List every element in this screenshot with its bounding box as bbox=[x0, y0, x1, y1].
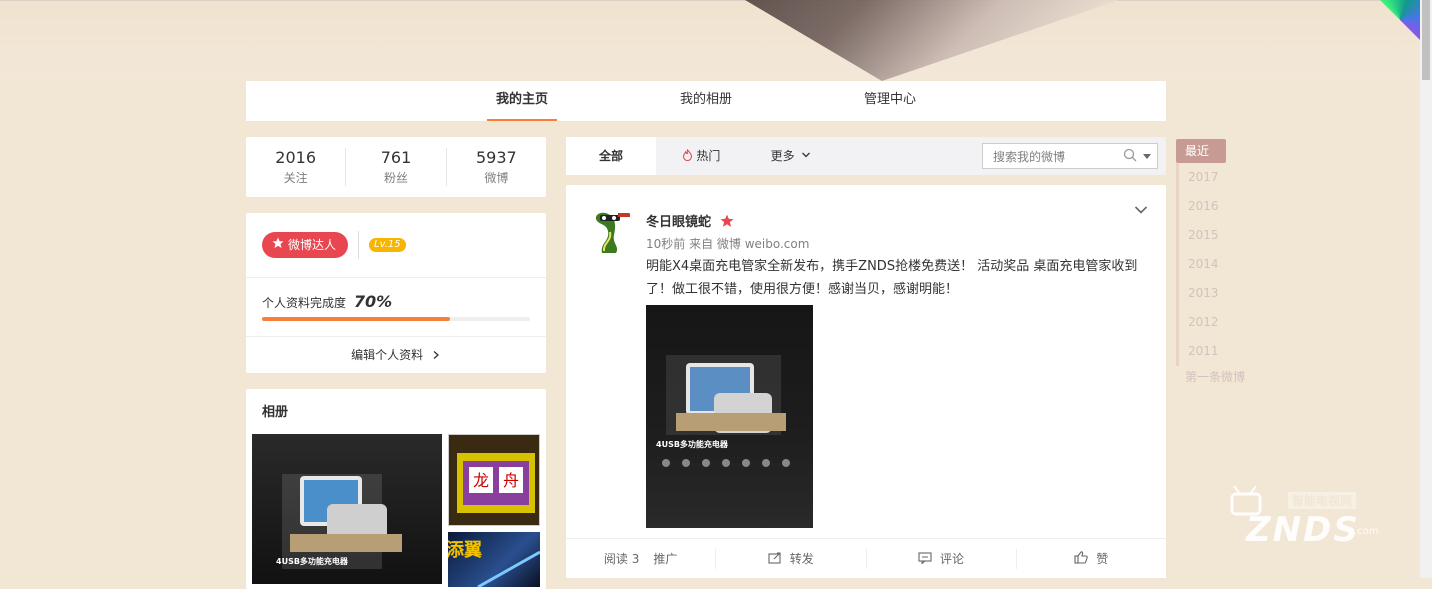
boat-char: 舟 bbox=[503, 471, 519, 490]
promote-link[interactable]: 推广 bbox=[653, 549, 677, 569]
tab-all[interactable]: 全部 bbox=[566, 137, 656, 175]
post-image-text: 4USB多功能充电器 bbox=[656, 439, 729, 449]
search-my-weibo-input[interactable]: 搜索我的微博 bbox=[982, 143, 1158, 169]
dragon-char: 龙 bbox=[473, 471, 489, 490]
like-label: 赞 bbox=[1096, 551, 1109, 566]
chevron-down-icon bbox=[798, 149, 811, 163]
tab-my-home[interactable]: 我的主页 bbox=[430, 81, 614, 121]
album-photo-banner-text: 添翼 bbox=[448, 539, 482, 561]
stat-following[interactable]: 2016 关注 bbox=[246, 148, 347, 186]
stat-followers[interactable]: 761 粉丝 bbox=[346, 148, 447, 186]
timeline-year-2012[interactable]: 2012 bbox=[1176, 308, 1246, 337]
profile-card: 微博达人 Lv.15 个人资料完成度 70% 编辑个人资料 bbox=[246, 213, 546, 373]
level-badge[interactable]: Lv.15 bbox=[369, 238, 406, 252]
post-author[interactable]: 冬日眼镜蛇 bbox=[646, 211, 734, 230]
weibo-post: 冬日眼镜蛇 10秒前 来自 微博 weibo.com 明能X4桌面充电管家全新发… bbox=[566, 185, 1166, 578]
stat-following-count: 2016 bbox=[275, 148, 317, 167]
read-count-label: 阅读 3 bbox=[603, 551, 640, 566]
completeness-percent: 70% bbox=[353, 292, 393, 311]
scrollbar-thumb[interactable] bbox=[1422, 0, 1430, 80]
read-count: 阅读 3 推广 bbox=[566, 548, 717, 569]
edit-profile-link[interactable]: 编辑个人资料 bbox=[246, 337, 546, 373]
search-dropdown-icon[interactable] bbox=[1141, 149, 1157, 163]
album-photo-dragon-boat[interactable]: 龙 舟 bbox=[448, 434, 540, 526]
stats-card: 2016 关注 761 粉丝 5937 微博 bbox=[246, 137, 546, 197]
edit-profile-label: 编辑个人资料 bbox=[351, 348, 424, 362]
timeline-year-2017[interactable]: 2017 bbox=[1176, 163, 1246, 192]
post-author-name: 冬日眼镜蛇 bbox=[646, 215, 712, 230]
znds-watermark: 智能电视网 ZNDS .com bbox=[1228, 480, 1388, 550]
tab-more-label: 更多 bbox=[770, 149, 795, 163]
badge-divider bbox=[358, 231, 360, 259]
repost-label: 转发 bbox=[789, 551, 814, 566]
thumbs-up-icon bbox=[1074, 550, 1096, 566]
fire-icon bbox=[682, 148, 697, 163]
stat-followers-label: 粉丝 bbox=[383, 171, 408, 185]
watermark-subtitle: 智能电视网 bbox=[1288, 492, 1357, 509]
post-text: 明能X4桌面充电管家全新发布，携手ZNDS抢楼免费送！ 活动奖品 桌面充电管家收… bbox=[646, 259, 1138, 297]
repost-icon bbox=[768, 551, 790, 566]
stat-posts-label: 微博 bbox=[484, 171, 509, 185]
avatar[interactable] bbox=[586, 205, 636, 255]
watermark-domain: .com bbox=[1354, 526, 1379, 537]
weibo-expert-badge[interactable]: 微博达人 bbox=[262, 232, 349, 258]
search-placeholder: 搜索我的微博 bbox=[993, 149, 1066, 164]
comment-icon bbox=[918, 551, 940, 566]
profile-completeness: 个人资料完成度 70% bbox=[246, 278, 546, 337]
album-title: 相册 bbox=[262, 405, 289, 420]
like-button[interactable]: 赞 bbox=[1017, 549, 1166, 569]
post-menu-chevron-icon[interactable] bbox=[1134, 203, 1148, 219]
post-meta: 10秒前 来自 微博 weibo.com bbox=[646, 237, 810, 251]
year-timeline: 最近 2017 2016 2015 2014 2013 2012 2011 第一… bbox=[1176, 139, 1246, 385]
stat-followers-count: 761 bbox=[380, 148, 412, 167]
stat-posts[interactable]: 5937 微博 bbox=[447, 148, 546, 186]
stat-following-label: 关注 bbox=[283, 171, 308, 185]
album-photo-banner[interactable]: 添翼 bbox=[446, 532, 541, 589]
timeline-year-2015[interactable]: 2015 bbox=[1176, 221, 1246, 250]
completeness-progress-bar bbox=[262, 317, 530, 321]
profile-navbar: 我的主页 我的相册 管理中心 bbox=[246, 81, 1166, 121]
tab-hot[interactable]: 热门 bbox=[656, 137, 746, 175]
album-photo-text: 4USB多功能充电器 bbox=[276, 556, 349, 566]
repost-button[interactable]: 转发 bbox=[716, 548, 867, 569]
verified-star-icon bbox=[716, 214, 734, 230]
comment-label: 评论 bbox=[940, 551, 965, 566]
tab-my-album[interactable]: 我的相册 bbox=[614, 81, 798, 121]
page-scrollbar[interactable] bbox=[1420, 0, 1432, 578]
star-icon bbox=[272, 232, 284, 258]
timeline-year-2013[interactable]: 2013 bbox=[1176, 279, 1246, 308]
watermark-brand: ZNDS bbox=[1246, 510, 1360, 550]
timeline-recent[interactable]: 最近 bbox=[1176, 139, 1226, 163]
tab-more[interactable]: 更多 bbox=[746, 137, 836, 175]
cover-photo bbox=[740, 0, 1170, 81]
completeness-label: 个人资料完成度 bbox=[262, 296, 347, 310]
timeline-year-2011[interactable]: 2011 bbox=[1176, 337, 1246, 366]
weibo-expert-label: 微博达人 bbox=[288, 238, 337, 252]
feed-filter-bar: 全部 热门 更多 搜索我的微博 bbox=[566, 137, 1166, 175]
comment-button[interactable]: 评论 bbox=[867, 548, 1017, 569]
album-card: 相册 4USB多功能充电器 龙 舟 添翼 bbox=[246, 389, 546, 589]
chevron-right-icon bbox=[427, 348, 441, 362]
post-action-bar: 阅读 3 推广 转发 评论 赞 bbox=[566, 538, 1166, 578]
timeline-year-2016[interactable]: 2016 bbox=[1176, 192, 1246, 221]
tab-manage-center[interactable]: 管理中心 bbox=[798, 81, 982, 121]
post-image[interactable]: 4USB多功能充电器 bbox=[646, 305, 813, 528]
completeness-progress-fill bbox=[262, 317, 450, 321]
tab-hot-label: 热门 bbox=[696, 149, 721, 163]
timeline-first-post[interactable]: 第一条微博 bbox=[1176, 368, 1246, 385]
cover-banner bbox=[0, 0, 1432, 81]
stat-posts-count: 5937 bbox=[475, 148, 517, 167]
album-photo-charger[interactable]: 4USB多功能充电器 bbox=[252, 434, 442, 584]
timeline-year-2014[interactable]: 2014 bbox=[1176, 250, 1246, 279]
badge-row: 微博达人 Lv.15 bbox=[246, 213, 546, 278]
search-icon[interactable] bbox=[1119, 148, 1141, 165]
